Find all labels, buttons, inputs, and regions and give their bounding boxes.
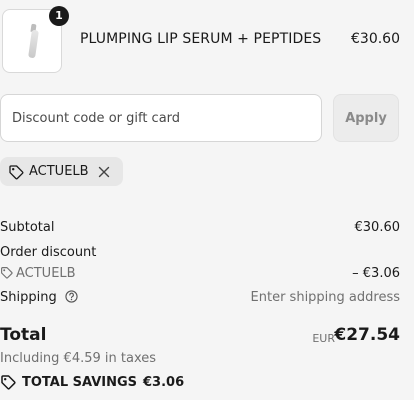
- shipping-row: Shipping Enter shipping address: [0, 290, 414, 310]
- order-discount-label: Order discount: [0, 245, 97, 260]
- shipping-label-wrap: Shipping: [0, 290, 78, 305]
- product-name: PLUMPING LIP SERUM + PEPTIDES: [80, 31, 322, 47]
- order-discount-value: – €3.06: [352, 266, 400, 281]
- subtotal-value: €30.60: [354, 220, 401, 235]
- order-discount-code-row: ACTUELB – €3.06: [0, 266, 414, 286]
- total-savings-amount: €3.06: [143, 374, 185, 390]
- help-icon[interactable]: [65, 290, 78, 303]
- applied-discount-code: ACTUELB: [29, 164, 89, 179]
- discount-code-input[interactable]: [0, 94, 322, 142]
- taxes-note: Including €4.59 in taxes: [0, 351, 157, 366]
- total-label: Total: [0, 325, 47, 345]
- total-savings-label: TOTAL SAVINGS: [22, 374, 138, 390]
- product-price: €30.60: [351, 31, 400, 47]
- tag-icon: [9, 164, 24, 179]
- subtotal-label: Subtotal: [0, 220, 55, 235]
- shipping-value: Enter shipping address: [250, 290, 400, 305]
- shipping-label: Shipping: [0, 290, 57, 305]
- tag-icon: [1, 267, 13, 279]
- tag-icon: [1, 375, 16, 390]
- apply-button[interactable]: Apply: [333, 94, 399, 142]
- order-discount-code: ACTUELB: [0, 266, 76, 281]
- order-discount-code-text: ACTUELB: [16, 266, 76, 281]
- line-item: 1 PLUMPING LIP SERUM + PEPTIDES €30.60: [0, 6, 414, 73]
- total-amount: €27.54: [334, 325, 400, 345]
- total-savings: TOTAL SAVINGS €3.06: [0, 374, 184, 390]
- product-image-tube: [28, 29, 39, 59]
- applied-discount-chip: ACTUELB: [0, 157, 123, 186]
- subtotal-row: Subtotal €30.60: [0, 220, 414, 240]
- quantity-badge: 1: [49, 6, 69, 26]
- total-currency: EUR: [312, 332, 335, 345]
- order-discount-row: Order discount: [0, 245, 414, 265]
- close-icon[interactable]: [97, 165, 111, 179]
